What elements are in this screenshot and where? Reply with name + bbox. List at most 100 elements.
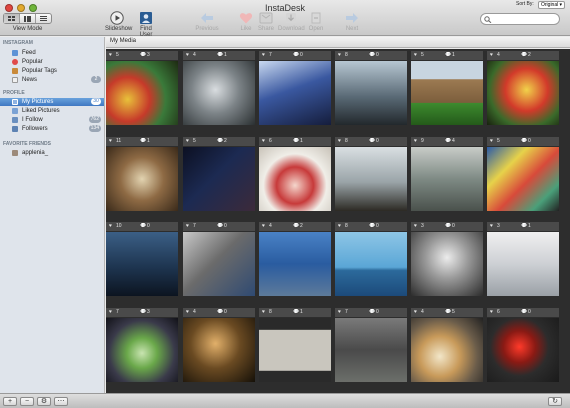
like-count: 5	[421, 52, 424, 58]
photo-thumbnail[interactable]	[411, 61, 483, 125]
photo-thumbnail[interactable]	[259, 318, 331, 382]
photo-tile[interactable]: ♥ 7 💬 0	[335, 308, 407, 382]
refresh-button[interactable]: ↻	[548, 397, 562, 406]
photo-tile[interactable]: ♥ 5 💬 2	[183, 137, 255, 211]
photo-thumbnail[interactable]	[335, 232, 407, 296]
sidebar-item-popular[interactable]: Popular	[0, 58, 104, 66]
photo-thumbnail[interactable]	[487, 147, 559, 211]
photo-tile[interactable]: ♥ 4 💬 2	[487, 51, 559, 125]
count-badge: 2	[91, 76, 101, 83]
photo-thumbnail[interactable]	[411, 232, 483, 296]
search-input[interactable]	[495, 15, 557, 23]
photo-tile[interactable]: ♥ 3 💬 1	[487, 222, 559, 296]
photo-tile[interactable]: ♥ 8 💬 0	[335, 137, 407, 211]
add-button[interactable]: +	[3, 397, 17, 406]
photo-tile[interactable]: ♥ 5 💬 0	[487, 137, 559, 211]
list-view-button[interactable]	[36, 14, 51, 23]
comment-icon: 💬	[293, 309, 300, 315]
sidebar-item-my-pictures[interactable]: My Pictures 30	[0, 98, 104, 106]
settings-button[interactable]: ⚙	[37, 397, 51, 406]
photo-tile[interactable]: ♥ 5 💬 1	[411, 51, 483, 125]
photo-thumbnail[interactable]	[335, 61, 407, 125]
title-bar: InstaDesk View Mode Slideshow Find User …	[0, 0, 570, 38]
photo-thumbnail[interactable]	[259, 232, 331, 296]
sort-select[interactable]: Original ▾	[538, 1, 565, 9]
photo-tile[interactable]: ♥ 4 💬 5	[411, 308, 483, 382]
photo-thumbnail[interactable]	[106, 61, 178, 125]
feed-icon	[12, 50, 18, 56]
count-badge: 134	[88, 125, 101, 132]
photo-thumbnail[interactable]	[106, 147, 178, 211]
photo-tile[interactable]: ♥ 4 💬 1	[183, 51, 255, 125]
photo-thumbnail[interactable]	[335, 318, 407, 382]
comment-icon: 💬	[293, 223, 300, 229]
share-button[interactable]: Share	[257, 11, 275, 32]
search-field[interactable]	[480, 13, 560, 25]
photo-thumbnail[interactable]	[259, 147, 331, 211]
heart-icon: ♥	[490, 52, 493, 58]
media-header: My Media	[106, 37, 570, 48]
previous-button[interactable]: Previous	[194, 11, 220, 32]
photo-thumbnail[interactable]	[487, 61, 559, 125]
grid-view-button[interactable]	[4, 14, 20, 23]
download-button[interactable]: Download	[278, 11, 305, 32]
download-icon	[286, 13, 296, 23]
sidebar-item-news[interactable]: News 2	[0, 76, 104, 84]
photo-stats-bar: ♥ 3 💬 1	[487, 222, 559, 231]
sidebar-item-followers[interactable]: Followers 134	[0, 125, 104, 133]
comment-icon: 💬	[445, 309, 452, 315]
photo-tile[interactable]: ♥ 6 💬 0	[487, 308, 559, 382]
photo-tile[interactable]: ♥ 7 💬 0	[183, 222, 255, 296]
sidebar-item-popular-tags[interactable]: Popular Tags	[0, 67, 104, 75]
view-mode-segmented-control[interactable]	[3, 13, 52, 24]
comment-count: 0	[300, 52, 303, 58]
photo-tile[interactable]: ♥ 10 💬 0	[106, 222, 178, 296]
sidebar-item-liked-pictures[interactable]: Liked Pictures	[0, 107, 104, 115]
remove-button[interactable]: −	[20, 397, 34, 406]
photo-thumbnail[interactable]	[106, 232, 178, 296]
photo-thumbnail[interactable]	[487, 232, 559, 296]
photo-tile[interactable]: ♥ 4 💬 2	[259, 222, 331, 296]
like-button[interactable]: Like	[238, 11, 254, 32]
photo-thumbnail[interactable]	[183, 61, 255, 125]
sidebar-item-i-follow[interactable]: I Follow 762	[0, 116, 104, 124]
sidebar-item-friend[interactable]: applenia_	[0, 149, 104, 157]
next-button[interactable]: Next	[342, 11, 362, 32]
photo-thumbnail[interactable]	[106, 318, 178, 382]
heart-icon: ♥	[186, 223, 189, 229]
photo-tile[interactable]: ♥ 7 💬 3	[106, 308, 178, 382]
photo-thumbnail[interactable]	[411, 147, 483, 211]
comment-count: 0	[528, 138, 531, 144]
photo-tile[interactable]: ♥ 6 💬 1	[259, 137, 331, 211]
sidebar-item-feed[interactable]: Feed	[0, 49, 104, 57]
list-view-icon	[40, 15, 47, 21]
comment-icon: 💬	[140, 138, 147, 144]
like-count: 9	[421, 138, 424, 144]
column-view-button[interactable]	[20, 14, 36, 23]
photo-stats-bar: ♥ 6 💬 1	[259, 137, 331, 146]
photo-tile[interactable]: ♥ 11 💬 1	[106, 137, 178, 211]
count-badge: 30	[91, 98, 101, 105]
slideshow-button[interactable]: Slideshow	[105, 11, 132, 32]
comment-count: 3	[147, 309, 150, 315]
photo-thumbnail[interactable]	[183, 232, 255, 296]
liked-pictures-icon	[12, 108, 18, 114]
photo-thumbnail[interactable]	[183, 318, 255, 382]
sidebar-item-label: applenia_	[22, 150, 49, 156]
photo-tile[interactable]: ♥ 8 💬 0	[335, 51, 407, 125]
more-button[interactable]: ⋯	[54, 397, 68, 406]
photo-tile[interactable]: ♥ 8 💬 1	[259, 308, 331, 382]
photo-tile[interactable]: ♥ 3 💬 0	[411, 222, 483, 296]
photo-thumbnail[interactable]	[183, 147, 255, 211]
photo-tile[interactable]: ♥ 4 💬 0	[183, 308, 255, 382]
photo-tile[interactable]: ♥ 7 💬 0	[259, 51, 331, 125]
photo-thumbnail[interactable]	[259, 61, 331, 125]
open-button[interactable]: Open	[307, 11, 325, 32]
photo-thumbnail[interactable]	[411, 318, 483, 382]
photo-thumbnail[interactable]	[335, 147, 407, 211]
photo-thumbnail[interactable]	[487, 318, 559, 382]
photo-tile[interactable]: ♥ 9 💬 4	[411, 137, 483, 211]
find-user-button[interactable]: Find User	[134, 11, 158, 38]
photo-tile[interactable]: ♥ 8 💬 0	[335, 222, 407, 296]
photo-tile[interactable]: ♥ 5 💬 3	[106, 51, 178, 125]
